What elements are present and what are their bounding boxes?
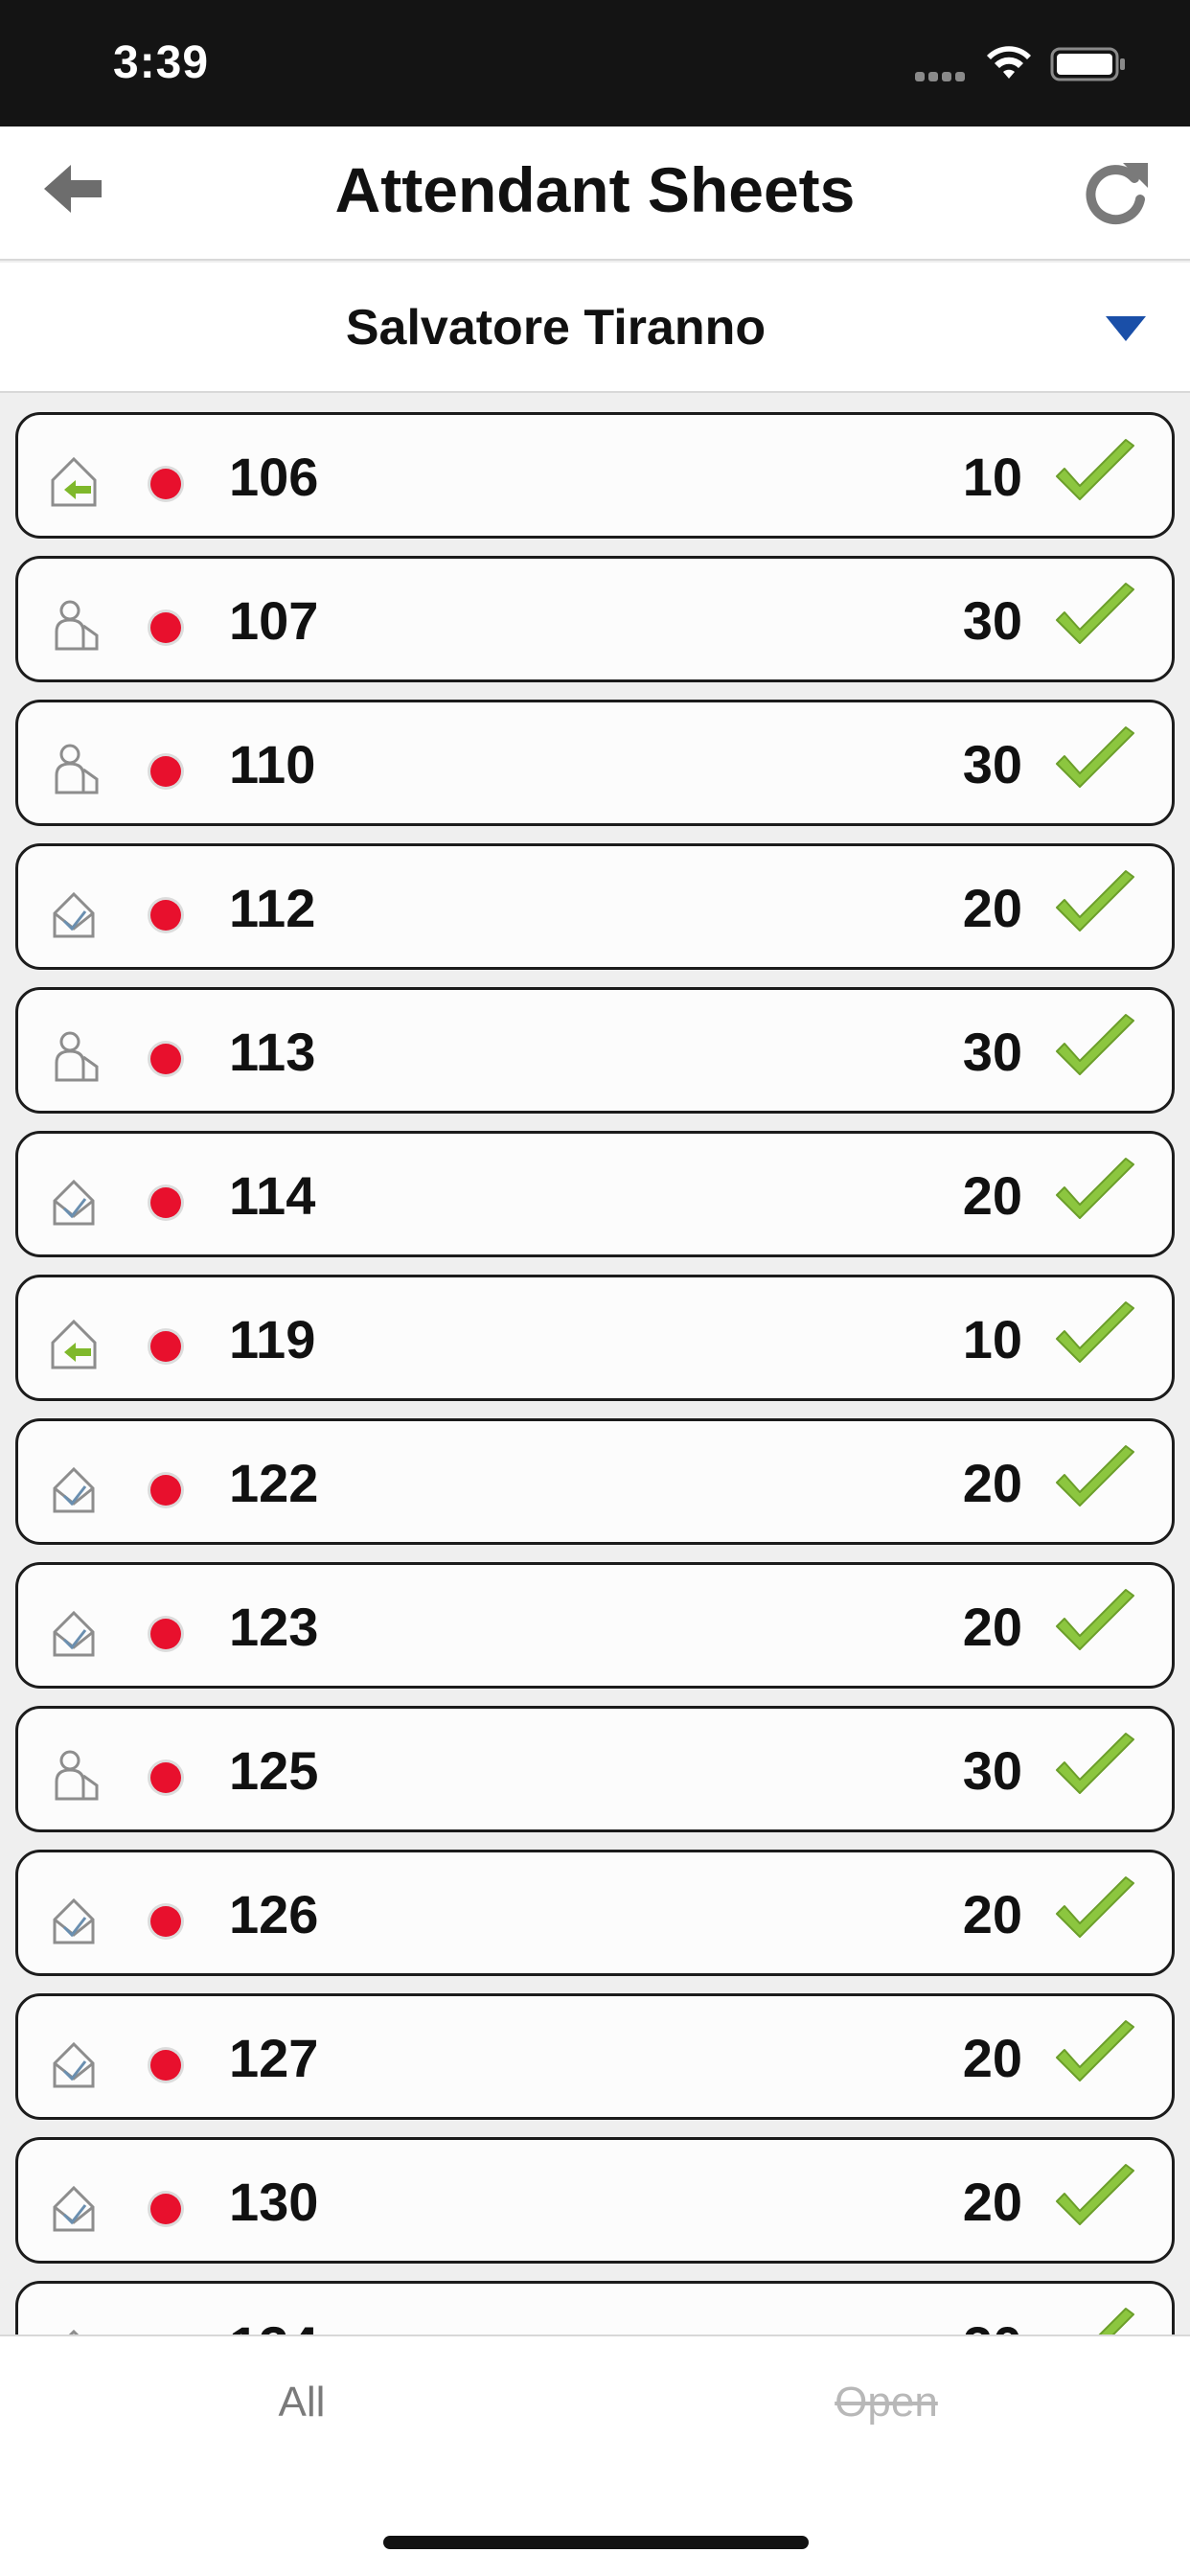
- check-icon: [1051, 1155, 1139, 1231]
- check-icon: [1051, 1442, 1139, 1519]
- dropdown-arrow-icon[interactable]: [1106, 316, 1146, 341]
- wifi-icon: [987, 46, 1031, 79]
- battery-icon: [1050, 47, 1125, 81]
- status-dot: [150, 1475, 181, 1506]
- room-credits: 20: [962, 1884, 1022, 1944]
- room-row[interactable]: 127 20: [15, 1993, 1175, 2120]
- cellular-signal-icon: [915, 69, 973, 81]
- clean-house-icon: [47, 1172, 101, 1228]
- check-icon: [1051, 1299, 1139, 1375]
- arrival-house-icon: [47, 1316, 101, 1371]
- app-header: Attendant Sheets: [0, 126, 1190, 261]
- room-number: 130: [229, 2172, 319, 2232]
- room-credits: 10: [962, 1309, 1022, 1369]
- status-bar: 3:39: [0, 0, 1190, 126]
- room-row[interactable]: 123 20: [15, 1562, 1175, 1689]
- room-row[interactable]: 114 20: [15, 1131, 1175, 1257]
- room-row[interactable]: 113 30: [15, 987, 1175, 1114]
- room-number: 107: [229, 590, 319, 651]
- room-number: 119: [229, 1309, 316, 1369]
- status-dot: [150, 2194, 181, 2224]
- clean-house-icon: [47, 2322, 101, 2334]
- selected-attendant: Salvatore Tiranno: [345, 300, 767, 356]
- tab-open[interactable]: Open: [814, 2379, 958, 2426]
- room-number: 126: [229, 1884, 319, 1944]
- room-number: 112: [229, 878, 316, 938]
- room-credits: 20: [962, 2028, 1022, 2088]
- room-number: 123: [229, 1597, 319, 1657]
- status-dot: [150, 2050, 181, 2081]
- check-icon: [1051, 1586, 1139, 1663]
- room-row[interactable]: 119 10: [15, 1275, 1175, 1401]
- room-credits: 30: [962, 1022, 1022, 1082]
- room-number: 134: [229, 2314, 318, 2334]
- home-indicator: [383, 2536, 809, 2549]
- clean-house-icon: [47, 2178, 101, 2234]
- room-row[interactable]: 122 20: [15, 1418, 1175, 1545]
- status-dot: [150, 1906, 181, 1937]
- status-dot: [150, 612, 181, 643]
- room-row[interactable]: 107 30: [15, 556, 1175, 682]
- room-credits: 20: [962, 878, 1022, 938]
- room-number: 127: [229, 2028, 319, 2088]
- room-number: 114: [229, 1165, 316, 1226]
- status-dot: [150, 469, 181, 499]
- room-credits: 30: [962, 590, 1022, 651]
- check-icon: [1051, 867, 1139, 944]
- arrival-house-icon: [47, 453, 101, 509]
- room-credits: 10: [962, 447, 1022, 507]
- clean-house-icon: [47, 1460, 101, 1515]
- room-row[interactable]: 126 20: [15, 1850, 1175, 1976]
- guest-icon: [47, 741, 101, 796]
- check-icon: [1051, 724, 1139, 800]
- status-dot: [150, 1762, 181, 1793]
- refresh-icon[interactable]: [1081, 153, 1150, 230]
- room-number: 110: [229, 734, 316, 794]
- check-icon: [1051, 436, 1139, 513]
- room-number: 113: [229, 1022, 316, 1082]
- room-row[interactable]: 134 20: [15, 2281, 1175, 2334]
- room-credits: 30: [962, 734, 1022, 794]
- clean-house-icon: [47, 2035, 101, 2090]
- guest-icon: [47, 1747, 101, 1803]
- check-icon: [1051, 1874, 1139, 1950]
- clean-house-icon: [47, 1891, 101, 1946]
- status-time: 3:39: [113, 37, 210, 88]
- status-dot: [150, 1044, 181, 1074]
- status-dot: [150, 1619, 181, 1649]
- room-number: 122: [229, 1453, 319, 1513]
- room-number: 125: [229, 1740, 319, 1801]
- room-number: 106: [229, 447, 319, 507]
- check-icon: [1051, 2305, 1139, 2334]
- check-icon: [1051, 1730, 1139, 1806]
- attendant-selector[interactable]: Salvatore Tiranno: [0, 263, 1190, 393]
- check-icon: [1051, 1011, 1139, 1088]
- room-credits: 20: [962, 2172, 1022, 2232]
- room-row[interactable]: 125 30: [15, 1706, 1175, 1832]
- room-credits: 30: [962, 1740, 1022, 1801]
- room-row[interactable]: 110 30: [15, 700, 1175, 826]
- tab-all[interactable]: All: [230, 2379, 374, 2426]
- status-dot: [150, 1187, 181, 1218]
- status-dot: [150, 1331, 181, 1362]
- check-icon: [1051, 580, 1139, 656]
- page-title: Attendant Sheets: [334, 154, 856, 225]
- room-credits: 20: [962, 1597, 1022, 1657]
- room-credits: 20: [963, 2314, 1022, 2334]
- room-row[interactable]: 106 10: [15, 412, 1175, 539]
- status-dot: [150, 756, 181, 787]
- guest-icon: [47, 1028, 101, 1084]
- room-row[interactable]: 112 20: [15, 843, 1175, 970]
- room-row[interactable]: 130 20: [15, 2137, 1175, 2264]
- status-dot: [150, 900, 181, 931]
- clean-house-icon: [47, 1603, 101, 1659]
- check-icon: [1051, 2161, 1139, 2238]
- room-list: 106 10 107 30 110 30 112 20 113 30 114 20 119 10 122 20…: [0, 395, 1190, 2334]
- room-credits: 20: [962, 1165, 1022, 1226]
- guest-icon: [47, 597, 101, 653]
- room-credits: 20: [962, 1453, 1022, 1513]
- clean-house-icon: [47, 885, 101, 940]
- check-icon: [1051, 2017, 1139, 2094]
